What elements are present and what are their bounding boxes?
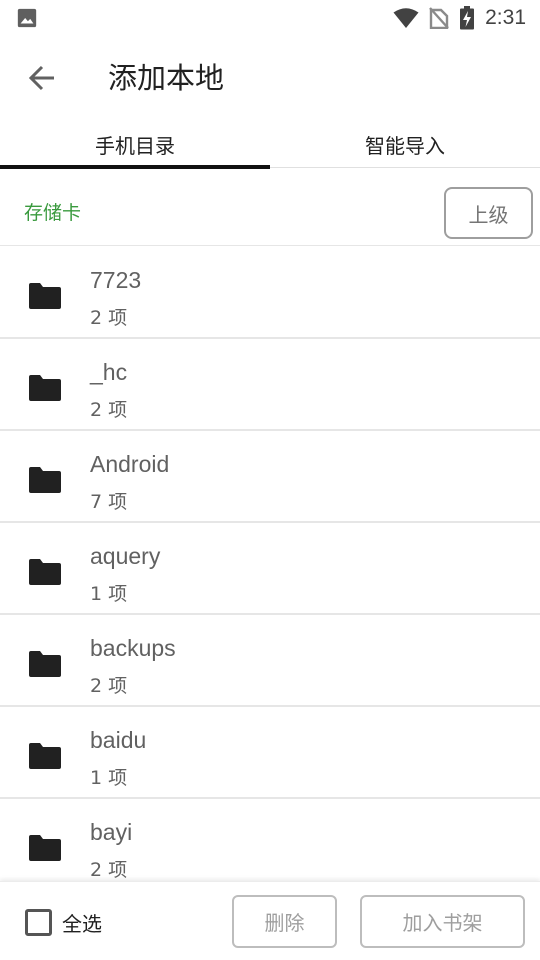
folder-icon xyxy=(29,467,61,493)
list-item[interactable]: backups 2 项 xyxy=(0,615,540,707)
arrow-left-icon xyxy=(28,65,54,91)
folder-icon xyxy=(29,283,61,309)
wifi-icon xyxy=(393,8,419,28)
image-notification-icon xyxy=(17,8,37,28)
list-item[interactable]: _hc 2 项 xyxy=(0,339,540,431)
add-to-bookshelf-button[interactable]: 加入书架 xyxy=(360,895,525,948)
folder-icon xyxy=(29,559,61,585)
list-item[interactable]: bayi 2 项 xyxy=(0,799,540,881)
list-item[interactable]: aquery 1 项 xyxy=(0,523,540,615)
list-item[interactable]: Android 7 项 xyxy=(0,431,540,523)
folder-icon xyxy=(29,743,61,769)
file-name: _hc xyxy=(90,359,128,385)
no-sim-icon xyxy=(429,7,450,29)
folder-icon xyxy=(29,835,61,861)
select-all-label: 全选 xyxy=(62,912,102,936)
folder-icon xyxy=(29,375,61,401)
file-count: 2 项 xyxy=(90,859,128,881)
breadcrumb[interactable]: 存储卡 xyxy=(24,198,81,225)
file-count: 2 项 xyxy=(90,399,128,421)
status-time: 2:31 xyxy=(485,6,526,29)
file-count: 2 项 xyxy=(90,675,128,697)
file-name: baidu xyxy=(90,727,147,753)
back-button[interactable] xyxy=(22,58,62,98)
folder-icon xyxy=(29,651,61,677)
file-name: aquery xyxy=(90,543,161,569)
file-name: backups xyxy=(90,635,176,661)
file-count: 2 项 xyxy=(90,307,128,329)
bottom-action-bar: 全选 删除 加入书架 xyxy=(0,881,540,960)
file-name: bayi xyxy=(90,819,133,845)
tab-phone-directory[interactable]: 手机目录 xyxy=(0,120,270,169)
parent-directory-button[interactable]: 上级 xyxy=(444,187,533,239)
file-count: 7 项 xyxy=(90,491,128,513)
path-bar: 存储卡 上级 xyxy=(0,168,540,246)
app-toolbar: 添加本地 xyxy=(0,36,540,120)
select-all-toggle[interactable]: 全选 xyxy=(25,908,102,937)
delete-button[interactable]: 删除 xyxy=(232,895,337,948)
file-name: 7723 xyxy=(90,267,142,293)
file-count: 1 项 xyxy=(90,583,128,605)
tab-bar: 手机目录 智能导入 xyxy=(0,120,540,169)
battery-charging-icon xyxy=(460,6,475,30)
tab-smart-import[interactable]: 智能导入 xyxy=(270,120,540,168)
file-count: 1 项 xyxy=(90,767,128,789)
file-name: Android xyxy=(90,451,170,477)
select-all-checkbox[interactable] xyxy=(25,909,52,936)
list-item[interactable]: 7723 2 项 xyxy=(0,247,540,339)
page-title: 添加本地 xyxy=(108,61,225,95)
status-bar: 2:31 xyxy=(0,0,540,36)
list-item[interactable]: baidu 1 项 xyxy=(0,707,540,799)
file-list: 7723 2 项 _hc 2 项 Android 7 项 aquery 1 项 … xyxy=(0,247,540,881)
